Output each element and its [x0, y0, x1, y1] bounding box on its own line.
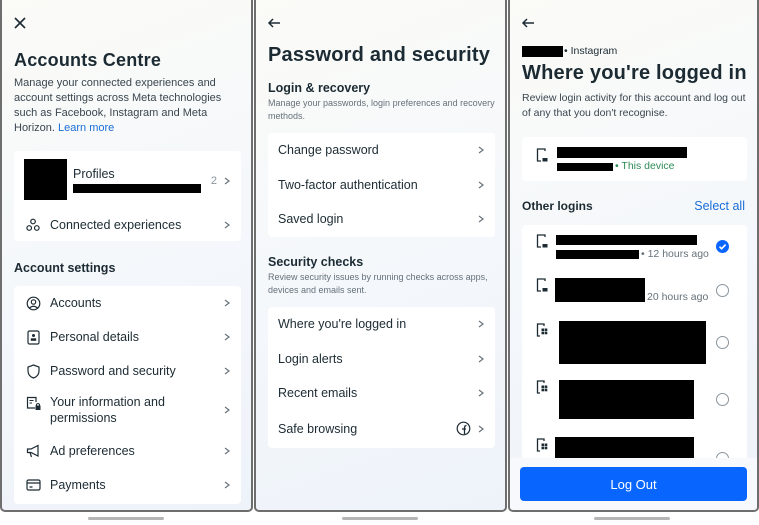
profiles-names-redacted: [73, 184, 201, 193]
login-location-redacted: [556, 250, 639, 259]
profiles-label: Profiles: [73, 167, 115, 181]
accounts-centre-screen: Accounts Centre Manage your connected ex…: [0, 0, 253, 512]
chevron-right-icon: [223, 481, 231, 489]
profiles-count: 2: [210, 175, 217, 187]
chevron-right-icon: [223, 333, 231, 341]
login-select-checkbox-checked[interactable]: [716, 240, 729, 253]
facebook-icon: [456, 421, 471, 436]
chevron-right-icon: [223, 221, 231, 229]
profiles-row[interactable]: Profiles 2: [14, 156, 241, 206]
where-logged-in-row[interactable]: Where you're logged in: [268, 313, 495, 335]
connected-experiences-row[interactable]: Connected experiences: [14, 212, 241, 238]
chevron-right-icon: [477, 320, 485, 328]
settings-item-personal-details[interactable]: Personal details: [14, 326, 241, 348]
user-circle-icon: [24, 294, 42, 312]
home-indicator[interactable]: [88, 517, 164, 520]
login-item[interactable]: [522, 375, 747, 431]
shield-icon: [24, 362, 42, 380]
login-device-redacted: [559, 321, 706, 364]
two-factor-authentication-row[interactable]: Two-factor authentication: [268, 174, 495, 196]
page-description: Review login activity for this account a…: [522, 92, 746, 119]
chevron-right-icon: [223, 406, 231, 414]
this-device-card: • This device: [522, 137, 747, 181]
phone-icon: [536, 234, 548, 254]
back-arrow-icon[interactable]: [521, 16, 539, 34]
login-item[interactable]: 20 hours ago: [522, 271, 747, 313]
page-title: Where you're logged in: [522, 62, 747, 84]
recent-emails-row[interactable]: Recent emails: [268, 382, 495, 404]
back-arrow-icon[interactable]: [267, 16, 285, 34]
security-checks-card: Where you're logged in Login alerts Rece…: [268, 307, 495, 448]
connected-nodes-icon: [24, 216, 42, 234]
account-settings-card: Accounts Personal details Password and s…: [14, 286, 241, 504]
windows-device-icon: [536, 323, 548, 343]
chevron-right-icon: [477, 215, 485, 223]
login-select-checkbox[interactable]: [716, 284, 729, 297]
chevron-right-icon: [477, 389, 485, 397]
home-indicator[interactable]: [594, 517, 670, 520]
account-platform: • Instagram: [564, 45, 618, 57]
windows-device-icon: [536, 380, 548, 400]
phone-icon: [536, 278, 548, 298]
login-time: 20 hours ago: [647, 291, 709, 303]
login-time: • 12 hours ago: [641, 248, 709, 260]
saved-login-row[interactable]: Saved login: [268, 208, 495, 230]
device-location-redacted: [557, 163, 613, 171]
settings-item-ad-preferences[interactable]: Ad preferences: [14, 440, 241, 462]
login-select-checkbox[interactable]: [716, 393, 729, 406]
chevron-right-icon: [477, 355, 485, 363]
security-checks-heading: Security checks: [268, 255, 364, 269]
chevron-right-icon: [223, 299, 231, 307]
page-title: Password and security: [268, 44, 491, 66]
megaphone-icon: [24, 442, 42, 460]
phone-icon: [536, 148, 548, 168]
login-recovery-heading: Login & recovery: [268, 81, 371, 95]
safe-browsing-row[interactable]: Safe browsing: [268, 418, 495, 440]
chevron-right-icon: [223, 177, 231, 185]
select-all-link[interactable]: Select all: [694, 199, 745, 213]
chevron-right-icon: [477, 146, 485, 154]
other-logins-list: • 12 hours ago 20 hours ago: [522, 225, 747, 465]
close-icon[interactable]: [13, 16, 31, 34]
password-security-screen: Password and security Login & recovery M…: [254, 0, 507, 512]
profiles-card: Profiles 2 Connected experiences: [14, 151, 241, 241]
credit-card-icon: [24, 476, 42, 494]
login-device-redacted: [556, 235, 697, 245]
login-item[interactable]: • 12 hours ago: [522, 225, 747, 269]
login-recovery-card: Change password Two-factor authenticatio…: [268, 133, 495, 237]
id-card-icon: [24, 328, 42, 346]
settings-item-accounts[interactable]: Accounts: [14, 292, 241, 314]
log-out-button[interactable]: Log Out: [520, 467, 747, 501]
login-alerts-row[interactable]: Login alerts: [268, 348, 495, 370]
document-lock-icon: [24, 394, 42, 412]
other-logins-heading: Other logins: [522, 199, 593, 213]
settings-item-password-security[interactable]: Password and security: [14, 360, 241, 382]
profile-avatar-redacted: [24, 159, 67, 200]
page-title: Accounts Centre: [14, 50, 162, 70]
chevron-right-icon: [223, 447, 231, 455]
home-indicator[interactable]: [342, 517, 418, 520]
chevron-right-icon: [223, 367, 231, 375]
account-settings-heading: Account settings: [14, 261, 116, 275]
login-recovery-subtitle: Manage your passwords, login preferences…: [268, 98, 495, 121]
page-description: Manage your connected experiences and ac…: [14, 77, 222, 134]
connected-experiences-label: Connected experiences: [50, 218, 182, 232]
login-item[interactable]: [522, 317, 747, 373]
security-checks-subtitle: Review security issues by running checks…: [268, 272, 488, 295]
where-logged-in-screen: • Instagram Where you're logged in Revie…: [508, 0, 759, 512]
device-name-redacted: [557, 147, 687, 158]
login-select-checkbox[interactable]: [716, 336, 729, 349]
chevron-right-icon: [477, 181, 485, 189]
chevron-right-icon: [477, 425, 485, 433]
settings-item-payments[interactable]: Payments: [14, 474, 241, 496]
account-name-redacted: [522, 46, 563, 57]
change-password-row[interactable]: Change password: [268, 139, 495, 161]
login-device-redacted: [559, 380, 694, 419]
settings-item-information-permissions[interactable]: Your information and permissions: [14, 392, 241, 428]
learn-more-link[interactable]: Learn more: [58, 122, 114, 134]
this-device-label: • This device: [615, 160, 675, 172]
windows-device-icon: [536, 438, 548, 458]
login-device-redacted: [555, 278, 645, 302]
